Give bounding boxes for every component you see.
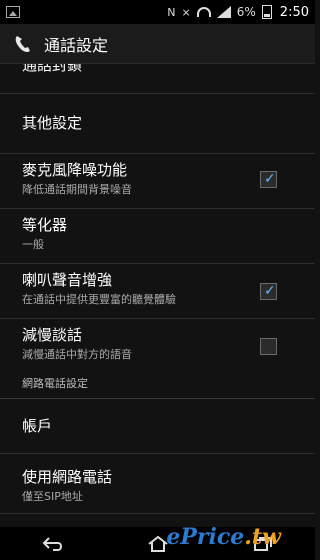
status-right: N ⨯ 6% 2:50 xyxy=(167,5,309,20)
equalizer-row[interactable]: 等化器 一般 xyxy=(0,209,315,264)
battery-icon xyxy=(261,5,272,19)
home-icon xyxy=(147,535,168,552)
check-icon: ✓ xyxy=(264,171,276,187)
status-left xyxy=(6,6,20,18)
vibrate-icon: ⨯ xyxy=(181,5,191,19)
mic-noise-reduction-checkbox[interactable]: ✓ xyxy=(260,171,277,188)
back-button[interactable] xyxy=(33,532,73,556)
speaker-enhance-checkbox[interactable]: ✓ xyxy=(260,283,277,300)
other-settings-row[interactable]: 其他設定 xyxy=(0,94,315,154)
battery-percent: 6% xyxy=(236,5,256,19)
equalizer-title: 等化器 xyxy=(22,216,68,234)
signal-icon xyxy=(216,6,231,18)
wifi-icon xyxy=(196,7,211,17)
call-block-row[interactable]: 通話封鎖 xyxy=(0,64,315,94)
equalizer-subtitle: 一般 xyxy=(22,238,44,251)
slow-talk-row[interactable]: 減慢談話 減慢通話中對方的語音 xyxy=(0,319,315,371)
status-bar: N ⨯ 6% 2:50 xyxy=(0,0,315,24)
nfc-icon: N xyxy=(167,5,176,19)
mic-noise-reduction-subtitle: 降低通話期間背景噪音 xyxy=(22,183,132,196)
slow-talk-subtitle: 減慢通話中對方的語音 xyxy=(22,348,132,361)
sip-section-header: 網路電話設定 xyxy=(0,371,315,399)
check-icon: ✓ xyxy=(264,283,276,299)
use-internet-call-row[interactable]: 使用網路電話 僅至SIP地址 xyxy=(0,454,315,514)
call-block-title: 通話封鎖 xyxy=(22,64,83,74)
other-settings-title: 其他設定 xyxy=(22,114,83,132)
speaker-enhance-subtitle: 在通話中提供更豐富的聽覺體驗 xyxy=(22,293,176,306)
mic-noise-reduction-title: 麥克風降噪功能 xyxy=(22,161,128,179)
image-notification-icon xyxy=(6,6,20,18)
clock: 2:50 xyxy=(279,4,309,20)
page-title: 通話設定 xyxy=(44,35,109,55)
accounts-title: 帳戶 xyxy=(22,417,53,435)
slow-talk-checkbox[interactable] xyxy=(260,338,277,355)
settings-list[interactable]: 通話封鎖 其他設定 麥克風降噪功能 降低通話期間背景噪音 ✓ 等化器 一般 喇叭… xyxy=(0,64,315,527)
slow-talk-title: 減慢談話 xyxy=(22,326,83,344)
mic-noise-reduction-row[interactable]: 麥克風降噪功能 降低通話期間背景噪音 ✓ xyxy=(0,154,315,209)
phone-icon[interactable] xyxy=(12,33,34,55)
accounts-row[interactable]: 帳戶 xyxy=(0,399,315,454)
speaker-enhance-row[interactable]: 喇叭聲音增強 在通話中提供更豐富的聽覺體驗 ✓ xyxy=(0,264,315,319)
speaker-enhance-title: 喇叭聲音增強 xyxy=(22,271,113,289)
action-bar: 通話設定 xyxy=(0,24,315,64)
use-internet-call-title: 使用網路電話 xyxy=(22,468,113,486)
back-icon xyxy=(42,536,62,551)
eprice-watermark-logo: ePrice.tw xyxy=(166,524,281,550)
use-internet-call-subtitle: 僅至SIP地址 xyxy=(22,490,83,503)
